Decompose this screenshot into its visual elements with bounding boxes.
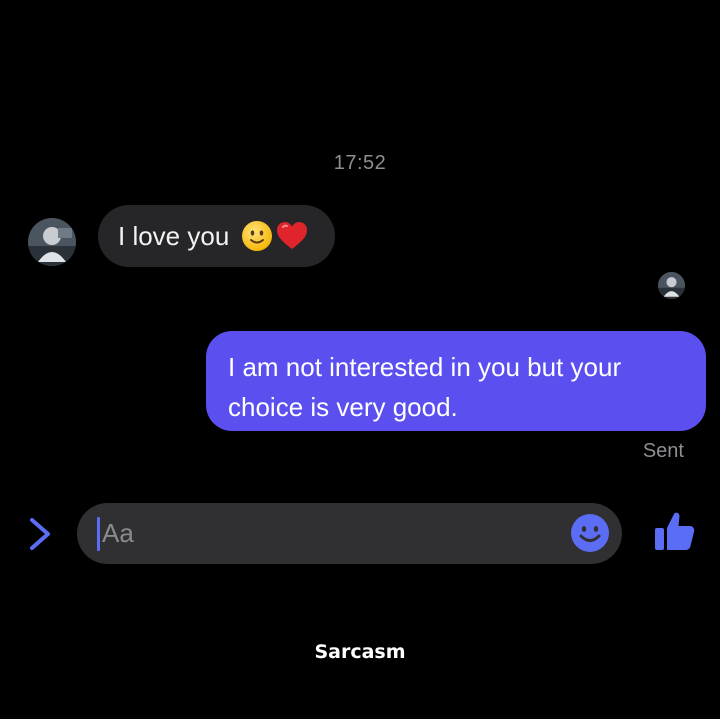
smiley-icon: [571, 514, 609, 552]
image-caption: Sarcasm: [314, 641, 406, 663]
outgoing-message-text: I am not interested in you but your choi…: [228, 352, 622, 422]
message-status: Sent: [642, 440, 684, 462]
message-input-placeholder: Aa: [102, 518, 134, 548]
slightly-smiling-face-icon: [242, 221, 273, 251]
thumbs-up-icon: [655, 512, 695, 550]
expand-actions-button[interactable]: [26, 514, 56, 554]
outgoing-message-bubble[interactable]: I am not interested in you but your choi…: [206, 331, 706, 431]
avatar[interactable]: [28, 218, 76, 266]
text-caret: [97, 516, 100, 551]
emoji-picker-button[interactable]: [570, 513, 610, 553]
chevron-right-icon: [30, 518, 50, 550]
red-heart-icon: [277, 222, 308, 249]
incoming-message-text: I love you: [118, 220, 230, 251]
incoming-message-bubble[interactable]: I love you: [98, 205, 336, 267]
contact-avatar-image: [28, 218, 76, 266]
seen-indicator-avatar-image: [658, 272, 685, 299]
message-timestamp: 17:52: [333, 152, 387, 174]
message-input[interactable]: Aa: [77, 503, 622, 564]
like-button[interactable]: [652, 508, 698, 554]
seen-avatar: [658, 272, 685, 299]
